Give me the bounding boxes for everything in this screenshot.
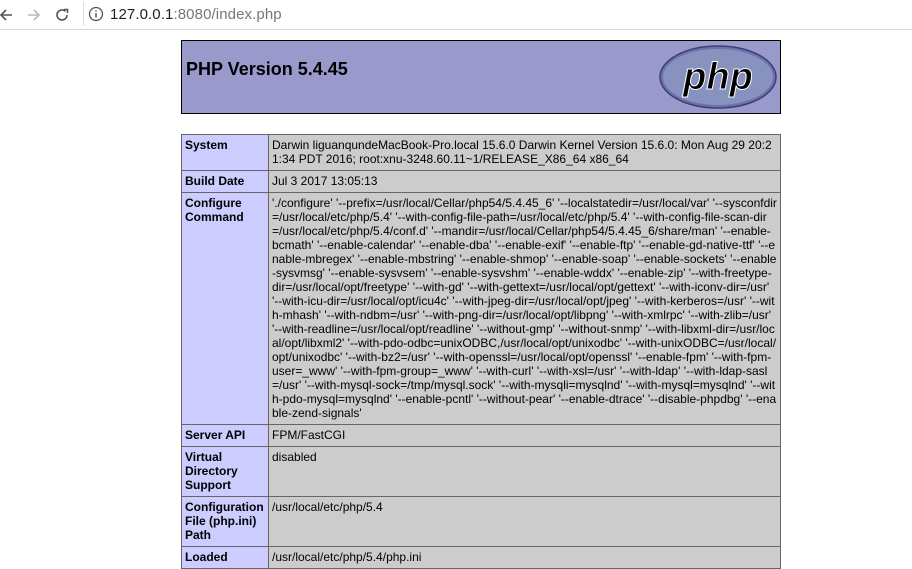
phpinfo-header: PHP Version 5.4.45 php bbox=[181, 40, 781, 114]
phpinfo-page: PHP Version 5.4.45 php System Darwin ligu… bbox=[181, 40, 781, 569]
url-host: 127.0.0.1 bbox=[110, 5, 174, 23]
row-value: /usr/local/etc/php/5.4/php.ini bbox=[268, 546, 781, 569]
row-value: FPM/FastCGI bbox=[268, 424, 781, 447]
php-logo: php bbox=[659, 45, 777, 109]
row-label: Loaded bbox=[181, 546, 269, 569]
info-icon[interactable] bbox=[88, 6, 104, 22]
table-row: Configuration File (php.ini) Path/usr/lo… bbox=[181, 496, 781, 547]
address-bar[interactable]: 127.0.0.1:8080/index.php bbox=[83, 2, 912, 26]
row-value: disabled bbox=[268, 446, 781, 497]
row-value: /usr/local/etc/php/5.4 bbox=[268, 496, 781, 547]
row-value: './configure' '--prefix=/usr/local/Cella… bbox=[268, 192, 781, 425]
info-table: System Darwin liguanqundeMacBook-Pro.loca… bbox=[181, 134, 781, 569]
row-label: Configuration File (php.ini) Path bbox=[181, 496, 269, 547]
url-path: :8080/index.php bbox=[173, 5, 282, 23]
row-label: Server API bbox=[181, 424, 269, 447]
browser-toolbar: 127.0.0.1:8080/index.php bbox=[0, 0, 912, 30]
table-row: Loaded/usr/local/etc/php/5.4/php.ini bbox=[181, 546, 781, 569]
table-row: Virtual Directory Support disabled bbox=[181, 446, 781, 497]
table-row: Configure Command './configure' '--prefix… bbox=[181, 192, 781, 425]
back-arrow-icon[interactable] bbox=[0, 5, 16, 25]
reload-icon[interactable] bbox=[52, 5, 72, 25]
page-title: PHP Version 5.4.45 bbox=[186, 59, 348, 79]
row-value: Jul 3 2017 13:05:13 bbox=[268, 170, 781, 193]
row-label: Configure Command bbox=[181, 192, 269, 425]
logo-text: php bbox=[682, 56, 753, 98]
table-row: System Darwin liguanqundeMacBook-Pro.loca… bbox=[181, 134, 781, 171]
row-value: Darwin liguanqundeMacBook-Pro.local 15.6… bbox=[268, 134, 781, 171]
table-row: Build Date Jul 3 2017 13:05:13 bbox=[181, 170, 781, 193]
row-label: Build Date bbox=[181, 170, 269, 193]
row-label: System bbox=[181, 134, 269, 171]
table-row: Server API FPM/FastCGI bbox=[181, 424, 781, 447]
forward-arrow-icon[interactable] bbox=[24, 5, 44, 25]
row-label: Virtual Directory Support bbox=[181, 446, 269, 497]
url-text[interactable]: 127.0.0.1:8080/index.php bbox=[110, 6, 282, 23]
